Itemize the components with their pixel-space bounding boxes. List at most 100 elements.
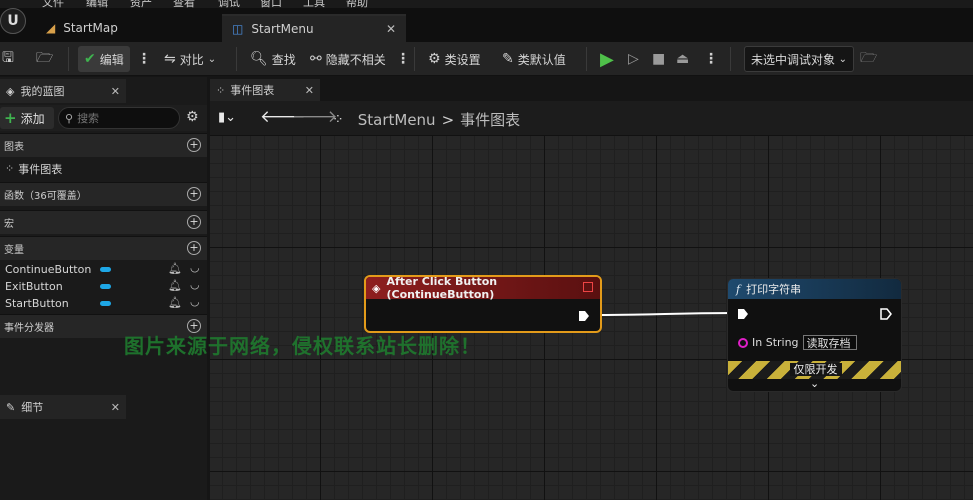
variable-name: ExitButton bbox=[5, 280, 63, 293]
menu-tools[interactable]: 工具 bbox=[303, 0, 325, 8]
menu-view[interactable]: 查看 bbox=[173, 0, 195, 8]
list-item-event-graph[interactable]: ⁘ 事件图表 bbox=[0, 160, 207, 177]
string-input-pin[interactable] bbox=[738, 337, 748, 348]
variable-item[interactable]: StartButton 🔔︎ ◡ bbox=[0, 295, 207, 312]
function-icon: f bbox=[736, 282, 741, 296]
hide-unrelated-label: 隐藏不相关 bbox=[325, 52, 386, 67]
diff-button[interactable]: ⇋ 对比 ⌄ bbox=[164, 46, 216, 72]
add-circle-icon[interactable]: + bbox=[187, 241, 201, 255]
find-label: 查找 bbox=[271, 52, 296, 67]
hide-options-button[interactable]: ⋮ bbox=[396, 46, 410, 72]
play-button[interactable]: ▶ bbox=[600, 46, 614, 72]
compile-options-button[interactable]: ⋮ bbox=[137, 46, 151, 72]
exec-input-pin[interactable] bbox=[737, 308, 749, 320]
toolbar-divider bbox=[586, 47, 587, 71]
debug-browse-button[interactable]: 🗁 bbox=[860, 46, 877, 72]
section-graphs[interactable]: 图表 + bbox=[0, 133, 207, 157]
eye-closed-icon[interactable]: ◡ bbox=[190, 278, 200, 291]
tab-event-graph[interactable]: ⁘ 事件图表 ✕ bbox=[210, 79, 320, 101]
breadcrumb-current[interactable]: 事件图表 bbox=[460, 109, 520, 130]
event-diamond-icon: ◈ bbox=[372, 281, 381, 295]
class-settings-label: 类设置 bbox=[444, 52, 481, 67]
compile-button[interactable]: ✔ 编辑 bbox=[78, 46, 130, 72]
tab-details[interactable]: ✎ 细节 ✕ bbox=[0, 395, 126, 419]
section-macros[interactable]: 宏 + bbox=[0, 210, 207, 234]
step-icon: ▷ bbox=[628, 51, 639, 67]
class-defaults-button[interactable]: ✎ 类默认值 bbox=[502, 46, 566, 72]
output-delegate-pin[interactable] bbox=[583, 282, 593, 292]
variable-item[interactable]: ExitButton 🔔︎ ◡ bbox=[0, 278, 207, 295]
close-icon[interactable]: ✕ bbox=[111, 401, 120, 414]
step-button[interactable]: ▷ bbox=[628, 46, 639, 72]
menu-asset[interactable]: 资产 bbox=[130, 0, 152, 8]
tab-label: 细节 bbox=[21, 401, 44, 414]
stop-button[interactable]: ■ bbox=[652, 46, 665, 72]
forward-arrow-icon[interactable]: 🡒 bbox=[292, 107, 338, 127]
tab-label: 我的蓝图 bbox=[20, 85, 65, 98]
breadcrumb: ⁘ StartMenu > 事件图表 bbox=[332, 109, 520, 130]
eye-closed-icon[interactable]: ◡ bbox=[190, 261, 200, 274]
close-tab-icon[interactable]: ✕ bbox=[386, 22, 396, 36]
bell-icon[interactable]: 🔔︎ bbox=[168, 296, 182, 309]
variable-name: ContinueButton bbox=[5, 263, 92, 276]
level-icon: ◢ bbox=[46, 21, 56, 35]
in-string-label: In String bbox=[752, 336, 799, 349]
menu-help[interactable]: 帮助 bbox=[346, 0, 368, 8]
close-icon[interactable]: ✕ bbox=[111, 85, 120, 98]
bookmark-menu-icon[interactable]: ▮⌄ bbox=[218, 110, 236, 125]
development-only-label: 仅限开发 bbox=[789, 363, 842, 376]
eye-closed-icon[interactable]: ◡ bbox=[190, 295, 200, 308]
add-circle-icon[interactable]: + bbox=[187, 215, 201, 229]
document-tab-bar: U ◢ StartMap ◫ StartMenu ✕ bbox=[0, 8, 973, 42]
stop-icon: ■ bbox=[652, 51, 666, 67]
print-node-title: 打印字符串 bbox=[746, 283, 802, 296]
tab-startmenu[interactable]: ◫ StartMenu ✕ bbox=[222, 14, 406, 42]
section-functions[interactable]: 函数（36可覆盖） + bbox=[0, 182, 207, 206]
exec-output-pin[interactable] bbox=[880, 308, 892, 320]
graph-tab-bar: ⁘ 事件图表 ✕ bbox=[210, 77, 973, 101]
expand-chevron-icon[interactable]: ⌄ bbox=[810, 377, 819, 390]
add-circle-icon[interactable]: + bbox=[187, 138, 201, 152]
print-string-node[interactable]: f 打印字符串 In String 仅限开发 ⌄ bbox=[727, 278, 902, 392]
menu-debug[interactable]: 调试 bbox=[218, 0, 240, 8]
close-icon[interactable]: ✕ bbox=[305, 84, 314, 97]
eject-button[interactable]: ⏏ bbox=[676, 46, 689, 72]
eject-icon: ⏏ bbox=[676, 51, 690, 67]
find-button[interactable]: 🔍︎ 查找 bbox=[250, 46, 296, 72]
event-node-after-click[interactable]: ◈ After Click Button (ContinueButton) bbox=[364, 275, 602, 333]
gear-icon[interactable]: ⚙ bbox=[186, 109, 199, 125]
unreal-logo-icon[interactable]: U bbox=[0, 8, 26, 34]
bell-icon[interactable]: 🔔︎ bbox=[168, 262, 182, 275]
save-button[interactable]: 🖫 bbox=[2, 46, 14, 72]
menu-window[interactable]: 窗口 bbox=[260, 0, 282, 8]
toolbar-divider bbox=[730, 47, 731, 71]
menu-edit[interactable]: 编辑 bbox=[86, 0, 108, 8]
add-button[interactable]: + 添加 bbox=[0, 107, 54, 129]
play-options-button[interactable]: ⋮ bbox=[704, 46, 718, 72]
add-circle-icon[interactable]: + bbox=[187, 187, 201, 201]
breadcrumb-root[interactable]: StartMenu bbox=[358, 111, 436, 129]
tab-my-blueprint[interactable]: ◈ 我的蓝图 ✕ bbox=[0, 79, 126, 103]
search-field[interactable]: ⚲ bbox=[58, 107, 180, 129]
in-string-row: In String bbox=[738, 335, 857, 350]
graph-navigation-bar: ▮⌄ 🡐 🡒 ⁘ StartMenu > 事件图表 bbox=[210, 101, 973, 135]
more-options-icon: ⋮ bbox=[137, 51, 151, 67]
section-variables[interactable]: 变量 + bbox=[0, 236, 207, 260]
browse-button[interactable]: 🗁 bbox=[36, 46, 53, 72]
event-graph-icon: ⁘ bbox=[216, 83, 226, 97]
class-settings-button[interactable]: ⚙ 类设置 bbox=[428, 46, 481, 72]
tab-label: StartMap bbox=[63, 21, 118, 35]
exec-output-pin[interactable] bbox=[578, 310, 590, 322]
bell-icon[interactable]: 🔔︎ bbox=[168, 279, 182, 292]
search-input[interactable] bbox=[77, 111, 168, 125]
toolbar-divider bbox=[236, 47, 237, 71]
in-string-value-input[interactable] bbox=[802, 335, 857, 350]
search-icon: ⚲ bbox=[65, 111, 74, 125]
variable-item[interactable]: ContinueButton 🔔︎ ◡ bbox=[0, 261, 207, 278]
event-node-title: After Click Button (ContinueButton) bbox=[386, 275, 498, 301]
menu-file[interactable]: 文件 bbox=[42, 0, 64, 8]
debug-object-select[interactable]: 未选中调试对象 ⌄ bbox=[744, 46, 854, 72]
hide-unrelated-icon: ⚯ bbox=[310, 51, 322, 67]
tab-startmap[interactable]: ◢ StartMap bbox=[36, 14, 221, 42]
hide-unrelated-button[interactable]: ⚯ 隐藏不相关 bbox=[310, 46, 386, 72]
